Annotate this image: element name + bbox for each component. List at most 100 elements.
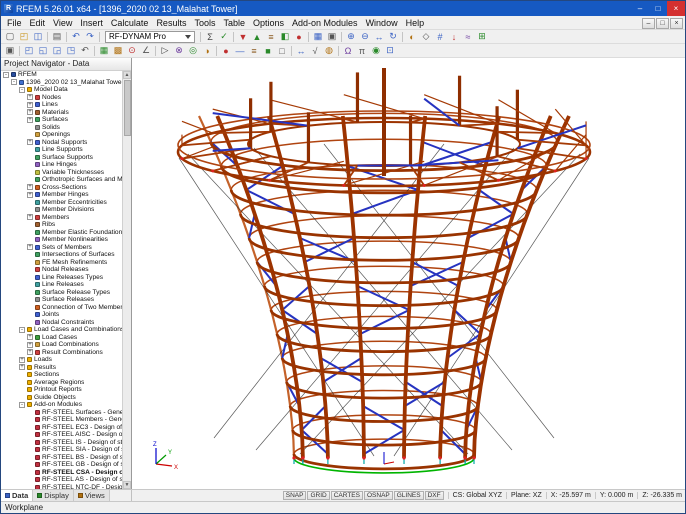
tree-item-result-combinations[interactable]: + Result Combinations [1,349,122,357]
tree-item-sets-of-members[interactable]: + Sets of Members [1,244,122,252]
mdi-close-button[interactable]: × [670,17,683,29]
menu-table[interactable]: Table [219,18,249,28]
supports-icon[interactable]: ▲ [250,31,264,43]
expand-icon[interactable]: + [27,116,33,123]
surface-tool-icon[interactable]: ■ [261,45,275,57]
expand-icon[interactable]: + [27,341,33,348]
collapse-icon[interactable]: - [11,79,17,86]
tab-data[interactable]: Data [1,490,34,501]
tree-item-sections[interactable]: Sections [1,371,122,379]
expand-icon[interactable]: + [27,349,33,356]
check-model-icon[interactable]: ✓ [217,31,231,43]
tree-item-line-releases-types[interactable]: Line Releases Types [1,274,122,282]
tree-item-line-hinges[interactable]: Line Hinges [1,161,122,169]
snap-icon[interactable]: ⊙ [125,45,139,57]
members-icon[interactable]: ≡ [264,31,278,43]
loads-icon[interactable]: ▼ [236,31,250,43]
menu-options[interactable]: Options [249,18,288,28]
show-numbering-icon[interactable]: # [433,31,447,43]
toggle-snap[interactable]: SNAP [282,491,307,500]
view-xz-icon[interactable]: ◱ [36,45,50,57]
tree-item-connection-of-two-members[interactable]: Connection of Two Members [1,304,122,312]
collapse-icon[interactable]: - [3,71,9,78]
tree-item-rf-steel-ec3-design-of-steel-me[interactable]: RF-STEEL EC3 - Design of steel me [1,424,122,432]
expand-icon[interactable]: + [27,214,33,221]
tree-item-line-supports[interactable]: Line Supports [1,146,122,154]
collapse-icon[interactable]: - [19,401,25,408]
tree-item-rfem[interactable]: - RFEM [1,71,122,79]
tree-item-rf-steel-csa-design-of-steel-m[interactable]: RF-STEEL CSA - Design of steel m [1,469,122,477]
expand-icon[interactable]: + [27,184,33,191]
tree-item-materials[interactable]: + Materials [1,109,122,117]
tree-item-1396-2020-02-13-malahat-tower[interactable]: - 1396_2020 02 13_Malahat Tower [1,79,122,87]
tree-item-joints[interactable]: Joints [1,311,122,319]
menu-tools[interactable]: Tools [190,18,219,28]
rotate-view-icon[interactable]: ↻ [386,31,400,43]
mdi-minimize-button[interactable]: – [642,17,655,29]
tree-item-variable-thicknesses[interactable]: Variable Thicknesses [1,169,122,177]
tree-item-solids[interactable]: Solids [1,124,122,132]
tree-scrollbar[interactable]: ▲ ▼ [122,71,131,489]
comment-icon[interactable]: ◍ [322,45,336,57]
select-special-icon[interactable]: ⊗ [172,45,186,57]
tree-item-rf-steel-as-design-of-steel-me[interactable]: RF-STEEL AS - Design of steel me [1,476,122,484]
tree-item-nodal-constraints[interactable]: Nodal Constraints [1,319,122,327]
calculate-icon[interactable]: Σ [203,31,217,43]
measure-icon[interactable]: √ [308,45,322,57]
pan-view-icon[interactable]: ↔ [372,31,386,43]
tab-views[interactable]: Views [73,490,110,501]
tree-item-lines[interactable]: + Lines [1,101,122,109]
redo-icon[interactable]: ↷ [83,31,97,43]
tree-item-nodes[interactable]: + Nodes [1,94,122,102]
new-window-icon[interactable]: ▣ [3,45,17,57]
tree-item-surface-releases[interactable]: Surface Releases [1,296,122,304]
save-icon[interactable]: ◫ [31,31,45,43]
zoom-in-icon[interactable]: ⊕ [344,31,358,43]
tree-item-rf-steel-members-general-stres[interactable]: RF-STEEL Members - General stres [1,416,122,424]
tree-item-surface-supports[interactable]: Surface Supports [1,154,122,162]
show-loads-icon[interactable]: ↓ [447,31,461,43]
close-button[interactable]: × [667,1,685,16]
expand-icon[interactable]: + [27,94,33,101]
zoom-out-icon[interactable]: ⊖ [358,31,372,43]
expand-icon[interactable]: + [19,356,25,363]
printout-report-icon[interactable]: ▣ [325,31,339,43]
node-tool-icon[interactable]: ● [219,45,233,57]
tree-item-line-releases[interactable]: Line Releases [1,281,122,289]
menu-add-on-modules[interactable]: Add-on Modules [288,18,362,28]
tree-item-openings[interactable]: Openings [1,131,122,139]
tree-item-member-hinges[interactable]: + Member Hinges [1,191,122,199]
tree-item-printout-reports[interactable]: Printout Reports [1,386,122,394]
tree-item-guide-objects[interactable]: Guide Objects [1,394,122,402]
expand-icon[interactable]: + [27,109,33,116]
expand-icon[interactable]: + [27,244,33,251]
toggle-osnap[interactable]: OSNAP [363,491,393,500]
tree-item-rf-steel-aisc-design-of-steel-m[interactable]: RF-STEEL AISC - Design of steel m [1,431,122,439]
tree-item-member-eccentricities[interactable]: Member Eccentricities [1,199,122,207]
opening-tool-icon[interactable]: □ [275,45,289,57]
print-icon[interactable]: ▤ [50,31,64,43]
tree-item-results[interactable]: + Results [1,364,122,372]
collapse-icon[interactable]: - [19,326,25,333]
tree-item-surface-release-types[interactable]: Surface Release Types [1,289,122,297]
viewport-3d[interactable]: X Y Z [132,58,685,489]
tree-item-load-cases[interactable]: + Load Cases [1,334,122,342]
tree-item-fe-mesh-refinements[interactable]: FE Mesh Refinements [1,259,122,267]
line-tool-icon[interactable]: — [233,45,247,57]
tree-item-rf-steel-bs-design-of-steel-me[interactable]: RF-STEEL BS - Design of steel me [1,454,122,462]
tree-item-nodal-supports[interactable]: + Nodal Supports [1,139,122,147]
tree-item-load-cases-and-combinations[interactable]: - Load Cases and Combinations [1,326,122,334]
view-xy-icon[interactable]: ◰ [22,45,36,57]
menu-results[interactable]: Results [152,18,190,28]
select-icon[interactable]: ▷ [158,45,172,57]
guidelines-icon[interactable]: ∠ [139,45,153,57]
tree-item-orthotropic-surfaces-and-membr[interactable]: Orthotropic Surfaces and Membr [1,176,122,184]
tree-item-nodal-releases[interactable]: Nodal Releases [1,266,122,274]
maximize-button[interactable]: □ [649,1,667,16]
show-results-icon[interactable]: ≈ [461,31,475,43]
render-mode-icon[interactable]: ◐ [405,31,419,43]
tree-item-ribs[interactable]: Ribs [1,221,122,229]
tree-item-add-on-modules[interactable]: - Add-on Modules [1,401,122,409]
module-combo[interactable]: RF-DYNAM Pro [105,30,195,43]
tree-item-rf-steel-ntc-df-design-of-stee[interactable]: RF-STEEL NTC-DF - Design of stee [1,484,122,489]
